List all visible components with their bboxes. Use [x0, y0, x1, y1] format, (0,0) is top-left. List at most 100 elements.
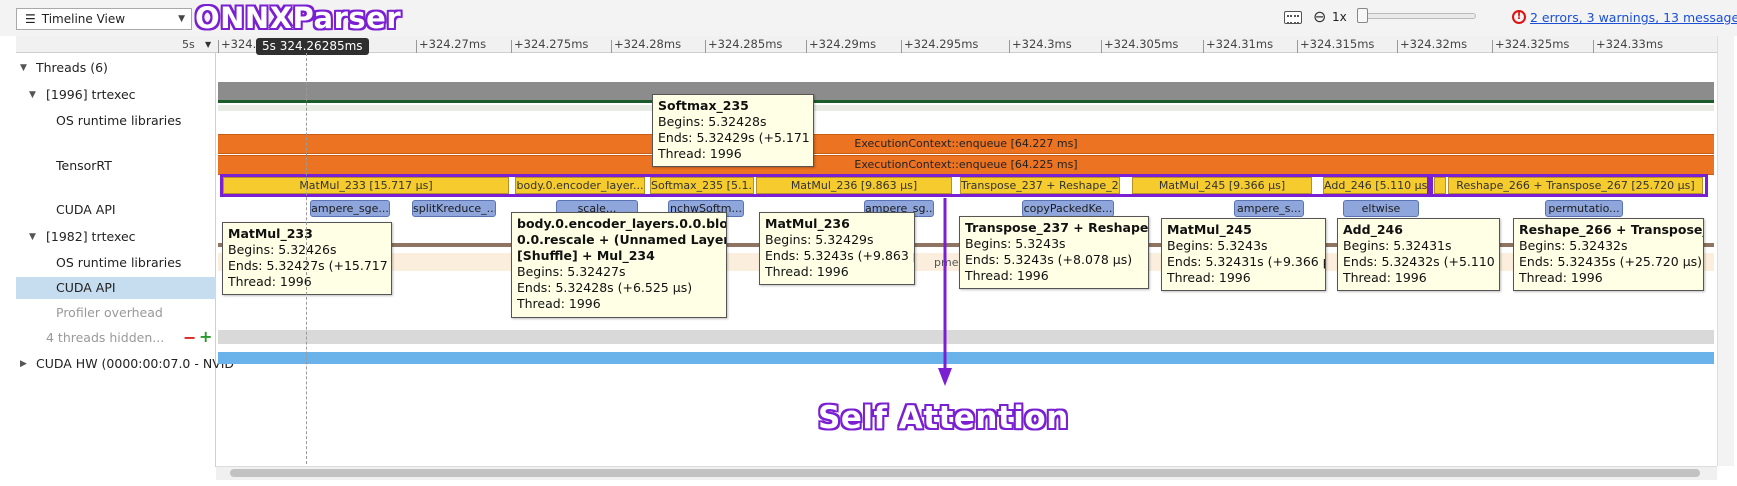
ruler-tick: +324.275ms [510, 37, 589, 53]
tree-row-cuda-api[interactable]: CUDA API [16, 199, 216, 221]
tooltip-matmul-233: MatMul_233 Begins: 5.32426s Ends: 5.3242… [222, 222, 392, 295]
chevron-down-icon: ▼ [178, 14, 185, 24]
tooltip-title: MatMul_233 [228, 226, 313, 241]
tooltip-title: Add_246 [1343, 222, 1403, 237]
ruler-tick: +324.305ms [1100, 37, 1179, 53]
enqueue-bar[interactable]: ExecutionContext::enqueue [64.225 ms] [218, 155, 1714, 175]
menu-icon: ☰ [25, 12, 36, 26]
tooltip-title: Transpose_237 + Reshape_244 [965, 220, 1149, 235]
hidden-threads-bar [218, 330, 1714, 344]
zoom-level: 1x [1332, 10, 1347, 24]
os-runtime-activity-bar[interactable] [218, 82, 1714, 100]
tree-row-cuda-hw[interactable]: ▶ CUDA HW (0000:00:07.0 - NVID [16, 353, 234, 375]
time-cursor-line [306, 53, 307, 469]
zoom-out-icon[interactable]: ⊖ [1313, 9, 1326, 25]
show-hidden-button[interactable]: + [199, 329, 212, 345]
ruler-tick: +324.29ms [805, 37, 877, 53]
tooltip-begins: Begins: 5.32429s [765, 232, 874, 247]
vertical-scrollbar[interactable] [1717, 36, 1734, 466]
tooltip-title: MatMul_236 [765, 216, 850, 231]
tooltip-thread: Thread: 1996 [1519, 270, 1603, 285]
self-attention-annotation: Self Attention [818, 400, 1069, 436]
layer-highlight-box [220, 174, 1430, 197]
cuda-hw-activity-bar[interactable] [218, 352, 1714, 364]
cuda-call-pill[interactable]: splitKreduce_... [412, 200, 496, 217]
tooltip-softmax-235: Softmax_235 Begins: 5.32428s Ends: 5.324… [652, 94, 814, 167]
tree-row-os-runtime[interactable]: OS runtime libraries [16, 252, 216, 274]
tooltip-matmul-236: MatMul_236 Begins: 5.32429s Ends: 5.3243… [759, 212, 915, 285]
error-icon: ! [1512, 10, 1526, 24]
tooltip-begins: Begins: 5.32428s [658, 114, 767, 129]
tree-row-threads[interactable]: ▼ Threads (6) [16, 57, 216, 79]
ruler-tick: +324.285ms [704, 37, 783, 53]
cuda-call-pill[interactable]: permutatio... [1545, 200, 1623, 217]
collapse-hidden-button[interactable]: − [183, 330, 196, 346]
tree-row-label: OS runtime libraries [56, 255, 182, 270]
tooltip-ends: Ends: 5.32431s (+9.366 μs) [1167, 254, 1326, 269]
tooltip-title: body.0.encoder_layers.0.0.blocks. [517, 216, 726, 231]
view-select[interactable]: ☰ Timeline View ▼ [16, 8, 192, 30]
os-runtime-strip-light [218, 105, 1714, 111]
ruler-scale[interactable]: 5s [182, 38, 195, 51]
tooltip-add-246: Add_246 Begins: 5.32431s Ends: 5.32432s … [1337, 218, 1500, 291]
os-runtime-strip [218, 100, 1714, 103]
onnx-parser-annotation: ONNXParser [195, 1, 402, 35]
tooltip-begins: Begins: 5.3243s [1167, 238, 1268, 253]
tree-row-label: OS runtime libraries [56, 113, 182, 128]
tooltip-ends: Ends: 5.32428s (+6.525 μs) [517, 280, 693, 295]
tree-row-label: 4 threads hidden... [46, 330, 165, 345]
tooltip-begins: Begins: 5.3243s [965, 236, 1066, 251]
horizontal-scrollbar-thumb[interactable] [230, 469, 1700, 477]
expand-down-icon[interactable]: ▼ [29, 226, 36, 248]
zoom-slider-thumb[interactable] [1357, 8, 1368, 23]
tooltip-thread: Thread: 1996 [517, 296, 601, 311]
tooltip-thread: Thread: 1996 [765, 264, 849, 279]
tree-row-profiler-overhead[interactable]: Profiler overhead [16, 302, 216, 324]
ruler-tick: +324.3ms [1009, 37, 1072, 53]
tooltip-thread: Thread: 1996 [965, 268, 1049, 283]
tree-row-trtexec-1982[interactable]: ▼ [1982] trtexec [16, 226, 216, 248]
tree-row-label: CUDA HW (0000:00:07.0 - NVID [36, 356, 235, 371]
tooltip-matmul-245: MatMul_245 Begins: 5.3243s Ends: 5.32431… [1161, 218, 1326, 291]
cuda-call-pill[interactable]: ampere_sge... [310, 200, 390, 217]
tooltip-ends: Ends: 5.32435s (+25.720 μs) [1519, 254, 1703, 269]
tooltip-reshape-266: Reshape_266 + Transpose_267 Begins: 5.32… [1513, 218, 1704, 291]
keyboard-icon[interactable] [1284, 11, 1302, 24]
tree-row-label: [1996] trtexec [46, 87, 136, 102]
ruler-tick: +324.31ms [1202, 37, 1274, 53]
tree-row-os-runtime[interactable]: OS runtime libraries [16, 110, 216, 132]
tooltip-thread: Thread: 1996 [1167, 270, 1251, 285]
ruler-tick: +324.295ms [900, 37, 979, 53]
enqueue-bar[interactable]: ExecutionContext::enqueue [64.227 ms] [218, 134, 1714, 154]
ruler-tick: +324.27ms [415, 37, 487, 53]
tree-row-label: TensorRT [56, 158, 112, 173]
tree-row-trtexec-1996[interactable]: ▼ [1996] trtexec [16, 84, 216, 106]
zoom-slider[interactable] [1360, 13, 1476, 19]
expand-right-icon[interactable]: ▶ [20, 353, 27, 375]
cuda-call-pill[interactable]: copyPackedKe... [1022, 200, 1114, 217]
expand-down-icon[interactable]: ▼ [20, 57, 27, 79]
tree-row-label: CUDA API [56, 280, 116, 295]
ruler-tick: +324.315ms [1296, 37, 1375, 53]
tooltip-title-line2: 0.0.rescale + (Unnamed Layer* 50) [517, 232, 726, 247]
tree-row-label: CUDA API [56, 202, 116, 217]
tooltip-encoder-layer: body.0.encoder_layers.0.0.blocks. 0.0.re… [511, 212, 727, 318]
tooltip-thread: Thread: 1996 [658, 146, 742, 161]
cuda-call-pill[interactable]: eltwise [1343, 200, 1419, 217]
tooltip-begins: Begins: 5.32427s [517, 264, 626, 279]
tree-row-tensorrt[interactable]: TensorRT [16, 155, 216, 177]
tooltip-thread: Thread: 1996 [228, 274, 312, 289]
tooltip-title: Softmax_235 [658, 98, 749, 113]
tooltip-ends: Ends: 5.3243s (+9.863 μs) [765, 248, 914, 263]
tree-row-label: Threads (6) [36, 60, 108, 75]
messages-link[interactable]: 2 errors, 3 warnings, 13 messages [1530, 10, 1737, 25]
tree-row-label: Profiler overhead [56, 305, 163, 320]
expand-down-icon[interactable]: ▼ [29, 84, 36, 106]
tree-row-cuda-api-selected[interactable]: CUDA API [16, 277, 216, 299]
cursor-time-tooltip: 5s 324.26285ms [256, 38, 369, 55]
tooltip-begins: Begins: 5.32431s [1343, 238, 1452, 253]
ruler-tick: +324.325ms [1491, 37, 1570, 53]
tooltip-title: Reshape_266 + Transpose_267 [1519, 222, 1703, 237]
ruler-scale-chevron-icon[interactable]: ▼ [205, 40, 211, 49]
cuda-call-pill[interactable]: ampere_s... [1234, 200, 1304, 217]
